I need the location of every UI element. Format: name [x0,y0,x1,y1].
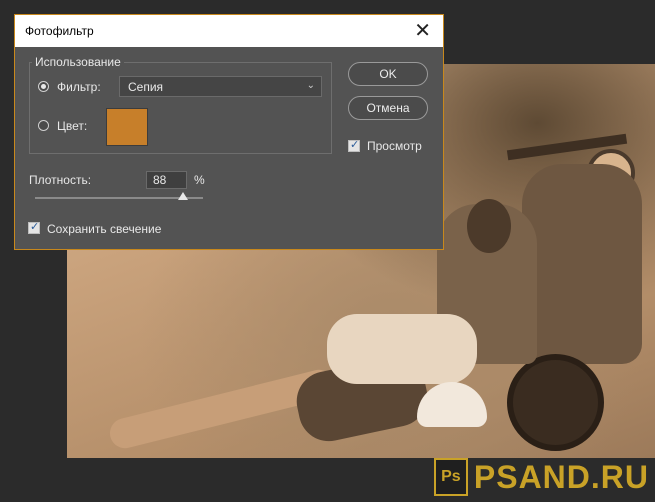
color-radio[interactable] [38,120,49,131]
filter-label: Фильтр: [57,80,101,94]
chevron-down-icon: ⌄ [306,80,315,91]
preserve-luminosity-checkbox[interactable] [28,220,40,234]
dialog-titlebar[interactable]: Фотофильтр ✕ [15,15,443,47]
density-slider[interactable] [35,192,203,200]
photo-filter-dialog: Фотофильтр ✕ Использование Фильтр: Сепия… [14,14,444,250]
man-head [467,199,511,253]
woman-figure [327,314,477,384]
color-label: Цвет: [57,119,88,133]
scooter-wheel [507,354,604,451]
cancel-button[interactable]: Отмена [348,96,428,120]
ok-button[interactable]: OK [348,62,428,86]
scooter-body [522,164,642,364]
brand-text: PSAND.RU [473,458,649,495]
filter-select[interactable]: Сепия ⌄ [119,76,322,97]
close-icon[interactable]: ✕ [414,21,431,41]
watermark-logo: Ps PSAND.RU [433,458,649,496]
density-input[interactable]: 88 [146,171,187,189]
helmet [417,382,487,427]
use-group-title: Использование [32,55,124,69]
filter-radio[interactable] [38,81,49,92]
preview-checkbox[interactable] [348,138,360,152]
ps-logo-icon: Ps [433,458,468,496]
density-label: Плотность: [29,173,92,187]
density-unit: % [194,173,205,187]
density-slider-handle[interactable] [177,192,188,200]
dialog-title: Фотофильтр [25,24,94,38]
preview-label: Просмотр [367,139,422,153]
preserve-luminosity-label: Сохранить свечение [47,222,162,236]
color-swatch[interactable] [106,108,148,146]
filter-select-value: Сепия [128,79,164,94]
